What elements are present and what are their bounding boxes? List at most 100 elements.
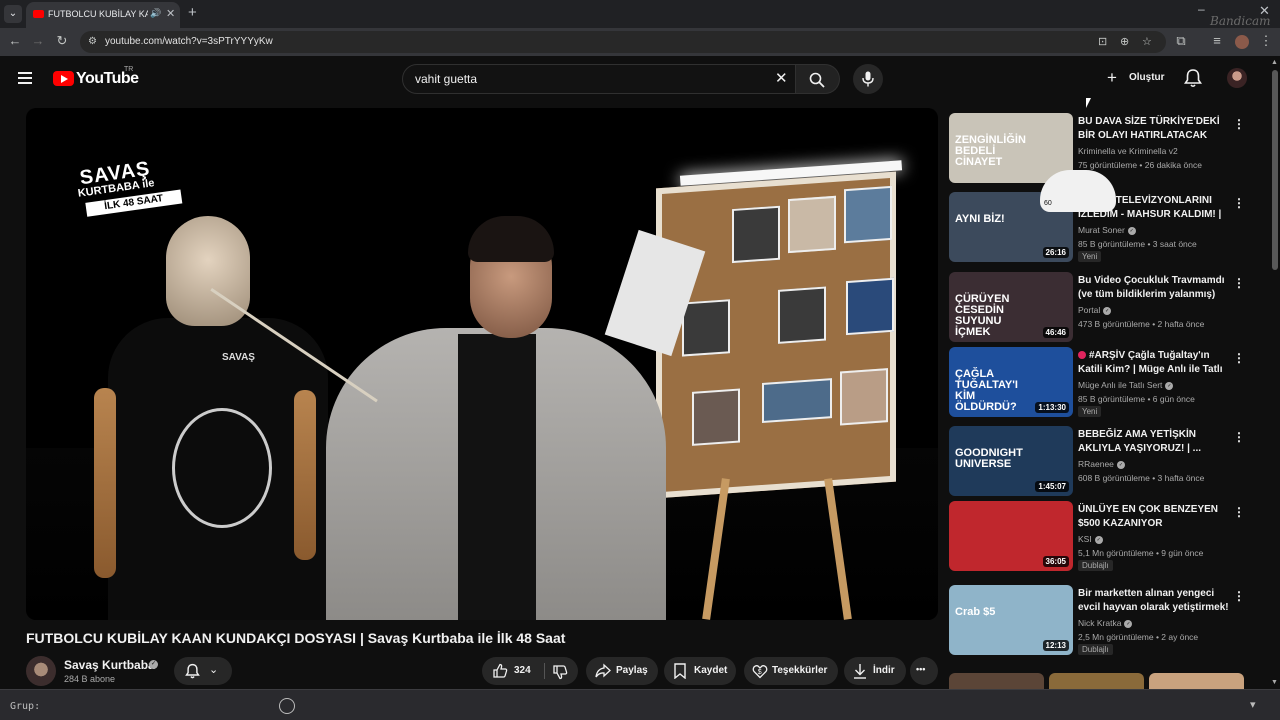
thumbnail-caption: Crab $5 [955, 606, 996, 618]
extensions-icon[interactable]: ⧉ [1172, 33, 1190, 49]
search-input[interactable]: vahit guetta ✕ [402, 64, 796, 94]
voice-search-button[interactable] [853, 64, 883, 94]
address-bar[interactable]: ⚙ youtube.com/watch?v=3sPTrYYYyKw ⊡ ⊕ ☆ [80, 31, 1166, 53]
more-vert-icon[interactable]: ⋮ [1233, 430, 1245, 444]
recommendation-thumbnail[interactable]: 36:05 [949, 501, 1073, 571]
recommendation-item[interactable]: ÇÜRÜYEN CESEDİN SUYUNU İÇMEK 46:46 Bu Vide… [949, 272, 1245, 344]
audio-playing-icon[interactable]: 🔊 [150, 8, 161, 19]
evidence-photo [778, 286, 826, 344]
thumbnail-caption: ZENGİNLİĞİN BEDELİ CİNAYET [955, 134, 1026, 168]
save-button[interactable]: Kaydet [664, 657, 736, 685]
recommendation-thumbnail[interactable]: GOODNIGHT UNIVERSE 1:45:07 [949, 426, 1073, 496]
recommendation-thumbnail[interactable] [1049, 673, 1144, 689]
channel-name[interactable]: Savaş Kurtbaba [64, 658, 155, 672]
mouse-cursor-icon [1086, 98, 1091, 108]
window-minimize-button[interactable]: – [1198, 2, 1205, 16]
share-button[interactable]: Paylaş [586, 657, 658, 685]
dislike-button[interactable] [552, 664, 568, 680]
tab-close-icon[interactable]: ✕ [166, 7, 175, 20]
video-player[interactable]: SAVAŞ SAVAŞ KURTBABA ile İLK 48 SAAT [26, 108, 938, 620]
evidence-photo [846, 277, 894, 336]
download-button[interactable]: İndir [844, 657, 906, 685]
video-frame-presenter-shirt [458, 334, 536, 620]
more-actions-button[interactable]: ••• [910, 657, 938, 685]
browser-profile-avatar[interactable] [1235, 35, 1249, 49]
recommendation-thumbnail[interactable]: ZENGİNLİĞİN BEDELİ CİNAYET [949, 113, 1073, 183]
tab-title: FUTBOLCU KUBİLAY KAAN [48, 9, 148, 19]
evidence-photo [692, 388, 740, 446]
recommendation-channel[interactable]: Murat Soner ✓ [1078, 225, 1136, 235]
subscription-notification-button[interactable]: ⌄ [174, 657, 232, 685]
verified-badge-icon: ✓ [1103, 306, 1112, 315]
clear-search-icon[interactable]: ✕ [775, 69, 788, 87]
recommendation-item[interactable]: 36:05 ÜNLÜYE EN ÇOK BENZEYEN $500 KAZANIY… [949, 501, 1245, 573]
archive-dot-icon [1078, 351, 1086, 360]
recommendation-channel[interactable]: Kriminella ve Kriminella v2 [1078, 146, 1178, 156]
zoom-icon[interactable]: ⊕ [1120, 35, 1129, 48]
forward-button[interactable]: → [29, 33, 47, 48]
new-tab-button[interactable]: + [188, 4, 197, 21]
reload-button[interactable]: ↻ [53, 33, 71, 49]
thanks-button[interactable]: $ Teşekkürler [744, 657, 838, 685]
video-frame-mannequin-head [166, 216, 250, 326]
recommendation-title[interactable]: Bir marketten alınan yengeci evcil hayva… [1078, 587, 1230, 615]
hamburger-menu-icon[interactable] [18, 72, 34, 84]
video-frame-presenter-hair [468, 216, 554, 262]
like-button[interactable] [492, 663, 508, 679]
recommendation-channel[interactable]: RRaenee ✓ [1078, 459, 1125, 469]
cat-sticker-overlay: 60 [1040, 170, 1116, 212]
recommendation-badge: Dublajlı [1078, 560, 1113, 571]
bookmark-star-icon[interactable]: ☆ [1142, 35, 1152, 48]
recommendation-item[interactable]: GOODNIGHT UNIVERSE 1:45:07 BEBEĞİZ AMA YET… [949, 426, 1245, 498]
svg-text:$: $ [758, 669, 762, 676]
group-target-icon[interactable] [279, 698, 295, 714]
group-chevron-icon[interactable]: ▾ [1250, 698, 1256, 711]
media-controls-icon[interactable]: ≡ [1208, 33, 1226, 48]
channel-avatar[interactable] [26, 656, 56, 686]
recommendation-title[interactable]: Bu Video Çocukluk Travmamdı (ve tüm bild… [1078, 274, 1230, 302]
back-button[interactable]: ← [6, 33, 24, 48]
recommendation-thumbnail[interactable]: ÇAĞLA TUĞALTAY'I KİM ÖLDÜRDÜ? 1:13:30 [949, 347, 1073, 417]
recommendation-thumbnail[interactable]: Crab $5 12:13 [949, 585, 1073, 655]
create-label: Oluştur [1129, 72, 1165, 83]
create-button[interactable]: + Oluştur [1100, 66, 1170, 92]
browser-menu-icon[interactable]: ⋮ [1257, 33, 1275, 49]
browser-tab-active[interactable]: FUTBOLCU KUBİLAY KAAN 🔊 ✕ [26, 2, 180, 28]
recommendation-meta: 85 B görüntüleme • 3 saat önce [1078, 239, 1197, 249]
recommendation-item[interactable]: Crab $5 12:13 Bir marketten alınan yengeci… [949, 585, 1245, 657]
more-vert-icon[interactable]: ⋮ [1233, 505, 1245, 519]
search-query-text[interactable]: vahit guetta [415, 72, 477, 86]
recommendation-title[interactable]: BEBEĞİZ AMA YETİŞKİN AKLIYLA YAŞIYORUZ! … [1078, 428, 1230, 456]
recommendation-thumbnail[interactable] [1149, 673, 1244, 689]
url-text[interactable]: youtube.com/watch?v=3sPTrYYYyKw [105, 36, 273, 47]
recommendation-thumbnail[interactable] [949, 673, 1044, 689]
more-vert-icon[interactable]: ⋮ [1233, 117, 1245, 131]
recommendation-channel[interactable]: Müge Anlı ile Tatlı Sert ✓ [1078, 380, 1174, 390]
install-app-icon[interactable]: ⊡ [1098, 35, 1107, 48]
recommendation-thumbnail[interactable]: ÇÜRÜYEN CESEDİN SUYUNU İÇMEK 46:46 [949, 272, 1073, 342]
recommendation-title[interactable]: ÜNLÜYE EN ÇOK BENZEYEN $500 KAZANIYOR [1078, 503, 1230, 531]
recommendation-channel[interactable]: Nick Kratka ✓ [1078, 618, 1133, 628]
window-close-button[interactable]: ✕ [1259, 3, 1270, 19]
video-duration: 46:46 [1042, 327, 1069, 338]
recommendation-channel[interactable]: KSI ✓ [1078, 534, 1103, 544]
scroll-down-arrow-icon[interactable]: ▼ [1271, 679, 1278, 686]
more-vert-icon[interactable]: ⋮ [1233, 196, 1245, 210]
recommendation-channel[interactable]: Portal ✓ [1078, 305, 1112, 315]
like-count: 324 [514, 665, 531, 676]
recommendation-item[interactable]: ÇAĞLA TUĞALTAY'I KİM ÖLDÜRDÜ? 1:13:30 #ARŞ… [949, 347, 1245, 419]
more-vert-icon[interactable]: ⋮ [1233, 351, 1245, 365]
tab-search-button[interactable]: ⌄ [4, 5, 22, 23]
more-vert-icon[interactable]: ⋮ [1233, 589, 1245, 603]
account-avatar[interactable] [1227, 68, 1247, 88]
recommendation-title[interactable]: BU DAVA SİZE TÜRKİYE'DEKİ BİR OLAYI HATI… [1078, 115, 1230, 143]
scroll-up-arrow-icon[interactable]: ▲ [1271, 59, 1278, 66]
scrollbar-thumb[interactable] [1272, 70, 1278, 270]
notifications-bell-icon[interactable] [1184, 68, 1202, 88]
youtube-play-logo-icon [53, 71, 74, 86]
search-button[interactable] [796, 64, 840, 94]
recommendation-title[interactable]: #ARŞİV Çağla Tuğaltay'ın Katili Kim? | M… [1078, 349, 1230, 377]
evidence-photo [788, 195, 836, 254]
site-info-icon[interactable]: ⚙ [88, 36, 100, 48]
more-vert-icon[interactable]: ⋮ [1233, 276, 1245, 290]
